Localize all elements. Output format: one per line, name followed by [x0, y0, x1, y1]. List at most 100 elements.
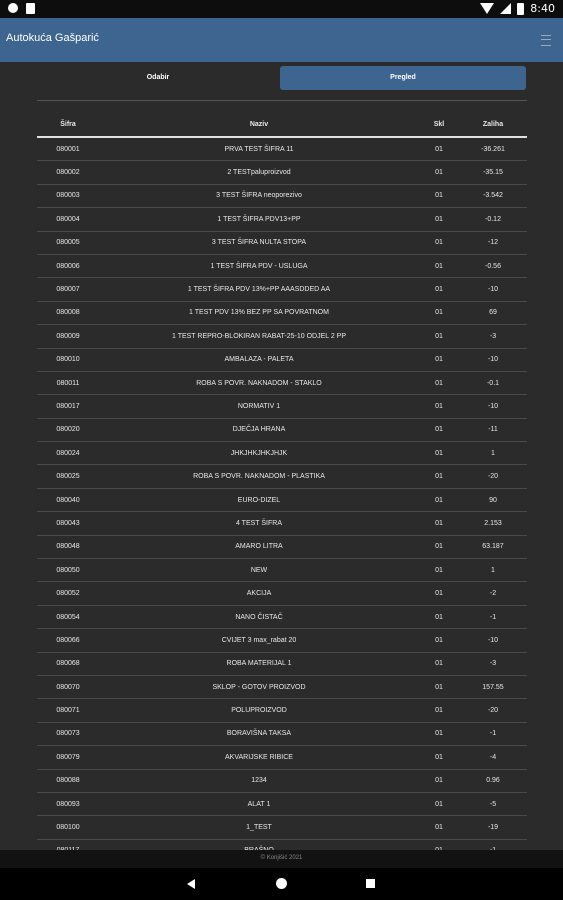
divider	[37, 100, 527, 101]
cell-naziv: 1 TEST ŠIFRA PDV 13%+PP AAASDDED AA	[99, 277, 419, 302]
cell-skl: 01	[419, 698, 459, 723]
cell-sifra: 080068	[37, 651, 99, 676]
table-row[interactable]: 080025 ROBA S POVR. NAKNADOM - PLASTIKA 01…	[37, 464, 527, 489]
battery-icon	[517, 2, 525, 15]
cell-sifra: 080052	[37, 581, 99, 606]
cell-sifra: 080070	[37, 674, 99, 699]
cell-skl: 01	[419, 745, 459, 770]
home-icon[interactable]	[276, 878, 287, 889]
cell-zaliha: -1	[459, 604, 527, 629]
table-row[interactable]: 080011 ROBA S POVR. NAKNADOM - STAKLO 01 -0…	[37, 370, 527, 395]
table-row[interactable]: 080020 DJEČJA HRANA 01 -11	[37, 417, 527, 442]
cell-naziv: 2 TESTpaluproizvod	[99, 160, 419, 185]
column-header-naziv[interactable]: Naziv	[99, 112, 419, 138]
table-row[interactable]: 080088 1234 01 0.96	[37, 768, 527, 793]
cell-sifra: 080001	[37, 136, 99, 161]
cell-zaliha: -0.1	[459, 370, 527, 395]
cell-naziv: AMARO LITRA	[99, 534, 419, 559]
cell-skl: 01	[419, 300, 459, 325]
tab-bar: Odabir Pregled	[37, 66, 527, 90]
column-header-zaliha[interactable]: Zaliha	[459, 112, 527, 138]
table-row[interactable]: 080003 3 TEST ŠIFRA neoporezivo 01 -3.542	[37, 183, 527, 208]
cell-skl: 01	[419, 674, 459, 699]
table-row[interactable]: 080005 3 TEST ŠIFRA NULTA STOPA 01 -12	[37, 230, 527, 255]
table-row[interactable]: 080066 CVIJET 3 max_rabat 20 01 -10	[37, 628, 527, 653]
table-row[interactable]: 080052 AKCIJA 01 -2	[37, 581, 527, 606]
table-row[interactable]: 080093 ALAT 1 01 -5	[37, 791, 527, 816]
cell-zaliha: 1	[459, 558, 527, 582]
table-row[interactable]: 080054 NANO ČISTAČ 01 -1	[37, 604, 527, 629]
column-header-skl[interactable]: Skl	[419, 112, 459, 138]
cell-naziv: AMBALAZA - PALETA	[99, 347, 419, 372]
cell-sifra: 080054	[37, 604, 99, 629]
cell-skl: 01	[419, 207, 459, 232]
cell-skl: 01	[419, 581, 459, 606]
cell-skl: 01	[419, 838, 459, 850]
cell-zaliha: -35.15	[459, 160, 527, 185]
cell-skl: 01	[419, 230, 459, 255]
cell-zaliha: -3.542	[459, 183, 527, 208]
cell-naziv: ROBA S POVR. NAKNADOM - PLASTIKA	[99, 464, 419, 489]
table-row[interactable]: 080010 AMBALAZA - PALETA 01 -10	[37, 347, 527, 372]
cell-sifra: 080003	[37, 183, 99, 208]
table-row[interactable]: 080024 JHKJHKJHKJHJK 01 1	[37, 441, 527, 465]
cell-sifra: 080011	[37, 370, 99, 395]
recent-apps-icon[interactable]	[366, 879, 375, 888]
cell-naziv: CVIJET 3 max_rabat 20	[99, 628, 419, 653]
cell-skl: 01	[419, 768, 459, 793]
table-row[interactable]: 080001 PRVA TEST ŠIFRA 11 01 -36.261	[37, 136, 527, 161]
table-row[interactable]: 080007 1 TEST ŠIFRA PDV 13%+PP AAASDDED A…	[37, 277, 527, 302]
table-row[interactable]: 080073 BORAVIŠNA TAKSA 01 -1	[37, 721, 527, 746]
cell-naziv: ROBA MATERIJAL 1	[99, 651, 419, 676]
tab-odabir[interactable]: Odabir	[37, 66, 279, 90]
table-row[interactable]: 080043 4 TEST ŠIFRA 01 2.153	[37, 511, 527, 536]
hamburger-menu-icon[interactable]	[541, 35, 551, 46]
table-row[interactable]: 080009 1 TEST REPRO-BLOKIRAN RABAT-25-10 …	[37, 324, 527, 349]
table-row[interactable]: 080008 1 TEST PDV 13% BEZ PP SA POVRATNOM…	[37, 300, 527, 325]
cell-sifra: 080007	[37, 277, 99, 302]
cell-sifra: 080002	[37, 160, 99, 185]
table-row[interactable]: 080004 1 TEST ŠIFRA PDV13+PP 01 -0.12	[37, 207, 527, 232]
table-row[interactable]: 080117BRAŠNO01-1	[37, 838, 527, 850]
stock-table-container[interactable]: Šifra Naziv Skl Zaliha 080001 PRVA TEST Š…	[37, 112, 527, 850]
cell-skl: 01	[419, 160, 459, 185]
cell-sifra: 080050	[37, 558, 99, 582]
cell-naziv: NEW	[99, 558, 419, 582]
cell-zaliha: 157.55	[459, 674, 527, 699]
table-row[interactable]: 080006 1 TEST ŠIFRA PDV - USLUGA 01 -0.56	[37, 253, 527, 278]
cell-zaliha: -10	[459, 628, 527, 653]
cell-naziv: 1234	[99, 768, 419, 793]
table-row[interactable]: 080002 2 TESTpaluproizvod 01 -35.15	[37, 160, 527, 185]
table-row[interactable]: 080068 ROBA MATERIJAL 1 01 -3	[37, 651, 527, 676]
table-row[interactable]: 080100 1_TEST 01 -19	[37, 815, 527, 840]
table-row[interactable]: 080040 EURO-DIZEL 01 90	[37, 487, 527, 512]
cell-skl: 01	[419, 534, 459, 559]
cell-skl: 01	[419, 324, 459, 349]
cell-sifra: 080024	[37, 441, 99, 465]
table-row[interactable]: 080071 POLUPROIZVOD 01 -20	[37, 698, 527, 723]
cell-sifra: 080088	[37, 768, 99, 793]
cell-naziv: DJEČJA HRANA	[99, 417, 419, 442]
cell-naziv: ALAT 1	[99, 791, 419, 816]
cell-sifra: 080017	[37, 394, 99, 419]
cell-sifra: 080040	[37, 487, 99, 512]
column-header-sifra[interactable]: Šifra	[37, 112, 99, 138]
cell-sifra: 080079	[37, 745, 99, 770]
cell-sifra: 080093	[37, 791, 99, 816]
cell-naziv: 1 TEST ŠIFRA PDV13+PP	[99, 207, 419, 232]
cell-naziv: AKVARIJSKE RIBICE	[99, 745, 419, 770]
back-icon[interactable]	[187, 879, 195, 889]
table-row[interactable]: 080048 AMARO LITRA 01 63.187	[37, 534, 527, 559]
cell-naziv: 1 TEST ŠIFRA PDV - USLUGA	[99, 253, 419, 278]
cell-skl: 01	[419, 558, 459, 582]
cell-zaliha: -19	[459, 815, 527, 840]
cell-zaliha: 2.153	[459, 511, 527, 536]
cell-sifra: 080025	[37, 464, 99, 489]
table-row[interactable]: 080050 NEW 01 1	[37, 558, 527, 582]
table-row[interactable]: 080079 AKVARIJSKE RIBICE 01 -4	[37, 745, 527, 770]
cell-skl: 01	[419, 441, 459, 465]
status-bar: 8:40	[0, 0, 563, 18]
table-row[interactable]: 080070 SKLOP - GOTOV PROIZVOD 01 157.55	[37, 674, 527, 699]
tab-pregled[interactable]: Pregled	[280, 66, 526, 90]
table-row[interactable]: 080017 NORMATIV 1 01 -10	[37, 394, 527, 419]
